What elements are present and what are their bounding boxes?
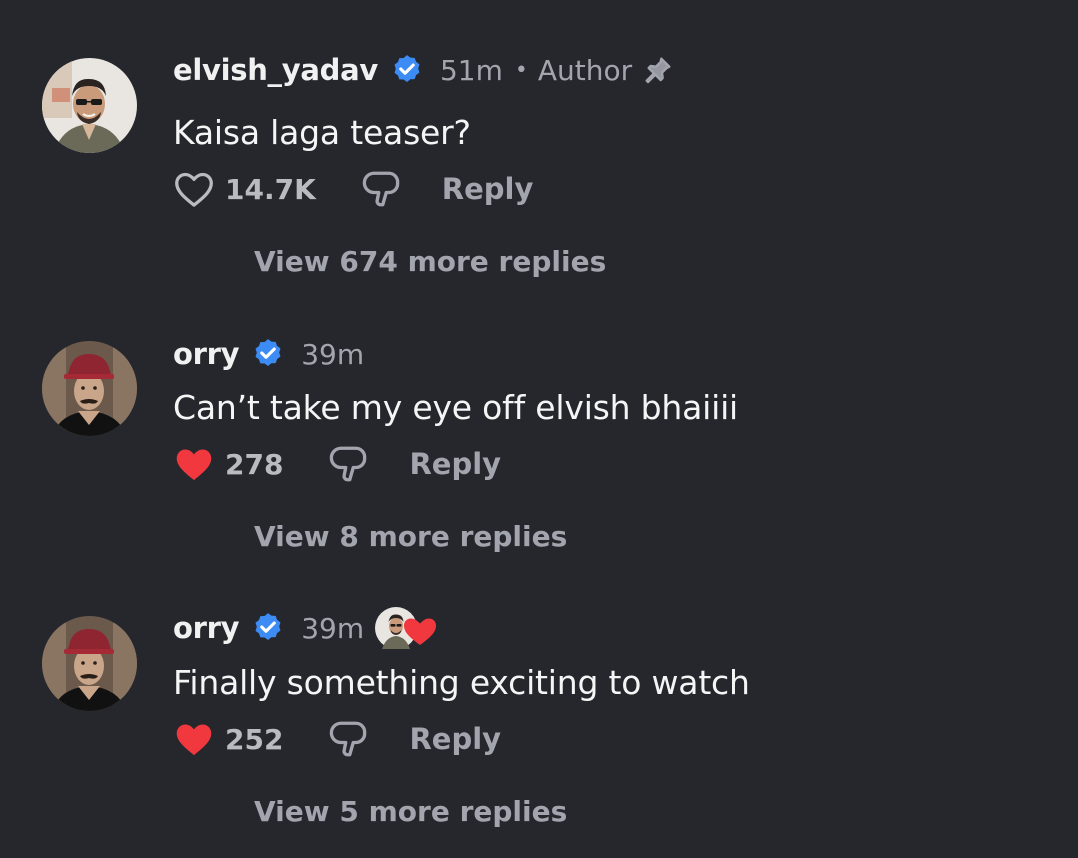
- avatar[interactable]: [42, 58, 137, 153]
- reply-button[interactable]: Reply: [409, 722, 501, 756]
- comment-text: Finally something exciting to watch: [173, 663, 750, 702]
- like-count: 14.7K: [225, 172, 316, 206]
- like-count: 278: [225, 447, 284, 481]
- reply-button[interactable]: Reply: [409, 447, 501, 481]
- avatar[interactable]: [42, 341, 137, 436]
- separator-dot: •: [514, 57, 528, 83]
- view-more-replies[interactable]: View 674 more replies: [254, 245, 606, 278]
- liked-heart-icon[interactable]: [173, 720, 215, 758]
- avatar-elvish-icon: [42, 58, 137, 153]
- view-more-replies[interactable]: View 8 more replies: [254, 520, 567, 553]
- avatar-orry-icon: [42, 616, 137, 711]
- like-count: 252: [225, 722, 284, 756]
- verified-badge-icon: [255, 613, 281, 641]
- comment-time: 51m: [439, 53, 503, 87]
- view-more-replies[interactable]: View 5 more replies: [254, 795, 567, 828]
- like-heart-icon[interactable]: [173, 170, 215, 208]
- username[interactable]: orry: [173, 337, 240, 371]
- comment-time: 39m: [301, 611, 365, 645]
- liked-heart-icon[interactable]: [173, 445, 215, 483]
- reply-button[interactable]: Reply: [442, 172, 534, 206]
- verified-badge-icon: [255, 339, 281, 367]
- dislike-icon[interactable]: [327, 718, 369, 760]
- dislike-icon[interactable]: [327, 443, 369, 485]
- dislike-icon[interactable]: [360, 168, 402, 210]
- comment-time: 39m: [301, 337, 365, 371]
- comment-text: Can’t take my eye off elvish bhaiiii: [173, 388, 739, 427]
- username[interactable]: elvish_yadav: [173, 53, 378, 87]
- comment-text: Kaisa laga teaser?: [173, 113, 471, 152]
- username[interactable]: orry: [173, 611, 240, 645]
- pin-icon: [645, 57, 671, 84]
- avatar-orry-icon: [42, 341, 137, 436]
- verified-badge-icon: [394, 55, 420, 83]
- creator-avatar-heart-icon: [375, 607, 437, 649]
- author-label: Author: [537, 53, 633, 87]
- creator-liked-badge: [374, 605, 437, 651]
- avatar[interactable]: [42, 616, 137, 711]
